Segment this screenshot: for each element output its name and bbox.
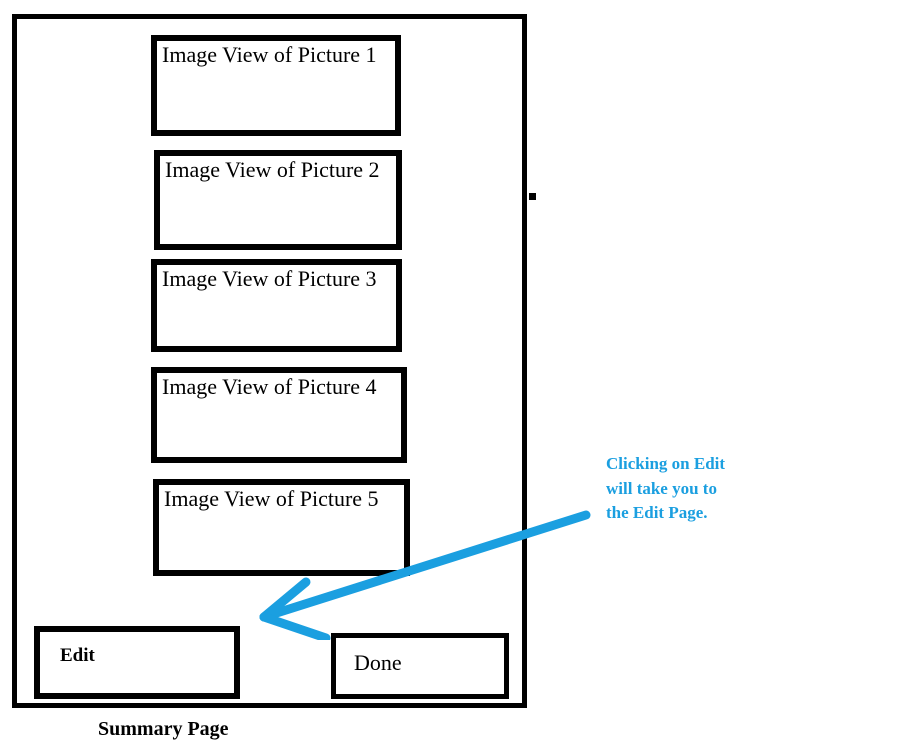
edit-button-label: Edit bbox=[60, 645, 95, 666]
annotation-line-2: will take you to bbox=[606, 478, 717, 498]
frame-edge-notch bbox=[529, 193, 536, 200]
picture-box-label: Image View of Picture 4 bbox=[162, 374, 377, 399]
picture-box-5[interactable]: Image View of Picture 5 bbox=[153, 479, 410, 576]
picture-box-label: Image View of Picture 5 bbox=[164, 486, 379, 511]
annotation-line-3: the Edit Page. bbox=[606, 503, 708, 523]
edit-button[interactable]: Edit bbox=[34, 626, 240, 699]
picture-box-label: Image View of Picture 1 bbox=[162, 42, 377, 67]
picture-box-2[interactable]: Image View of Picture 2 bbox=[154, 150, 402, 250]
picture-box-3[interactable]: Image View of Picture 3 bbox=[151, 259, 402, 352]
annotation-line-1: Clicking on Edit bbox=[606, 454, 726, 473]
picture-box-4[interactable]: Image View of Picture 4 bbox=[151, 367, 407, 463]
wireframe-mockup: Image View of Picture 1 Image View of Pi… bbox=[0, 0, 918, 753]
done-button[interactable]: Done bbox=[331, 633, 509, 699]
picture-box-label: Image View of Picture 2 bbox=[165, 157, 380, 182]
picture-box-label: Image View of Picture 3 bbox=[162, 266, 377, 291]
summary-page-frame: Image View of Picture 1 Image View of Pi… bbox=[12, 14, 536, 708]
annotation-callout: Clicking on Edit will take you to the Ed… bbox=[606, 452, 816, 526]
picture-box-1[interactable]: Image View of Picture 1 bbox=[151, 35, 401, 136]
page-caption: Summary Page bbox=[98, 718, 229, 740]
done-button-label: Done bbox=[354, 650, 402, 675]
